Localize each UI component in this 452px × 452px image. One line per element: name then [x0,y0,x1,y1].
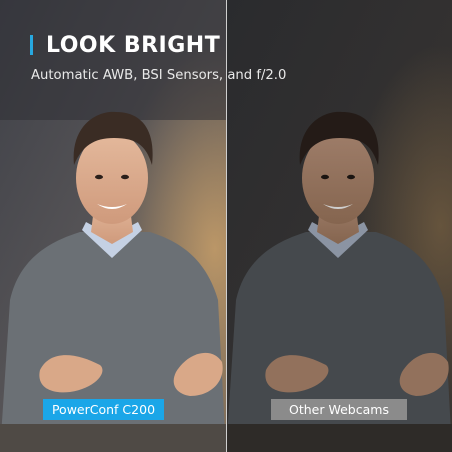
powerconf-label: PowerConf C200 [43,399,164,420]
accent-bar [30,35,33,55]
headline: LOOK BRIGHT [46,32,221,58]
other-webcams-label: Other Webcams [271,399,407,420]
headline-group: LOOK BRIGHT [30,30,220,60]
subheadline: Automatic AWB, BSI Sensors, and f/2.0 [31,68,287,83]
